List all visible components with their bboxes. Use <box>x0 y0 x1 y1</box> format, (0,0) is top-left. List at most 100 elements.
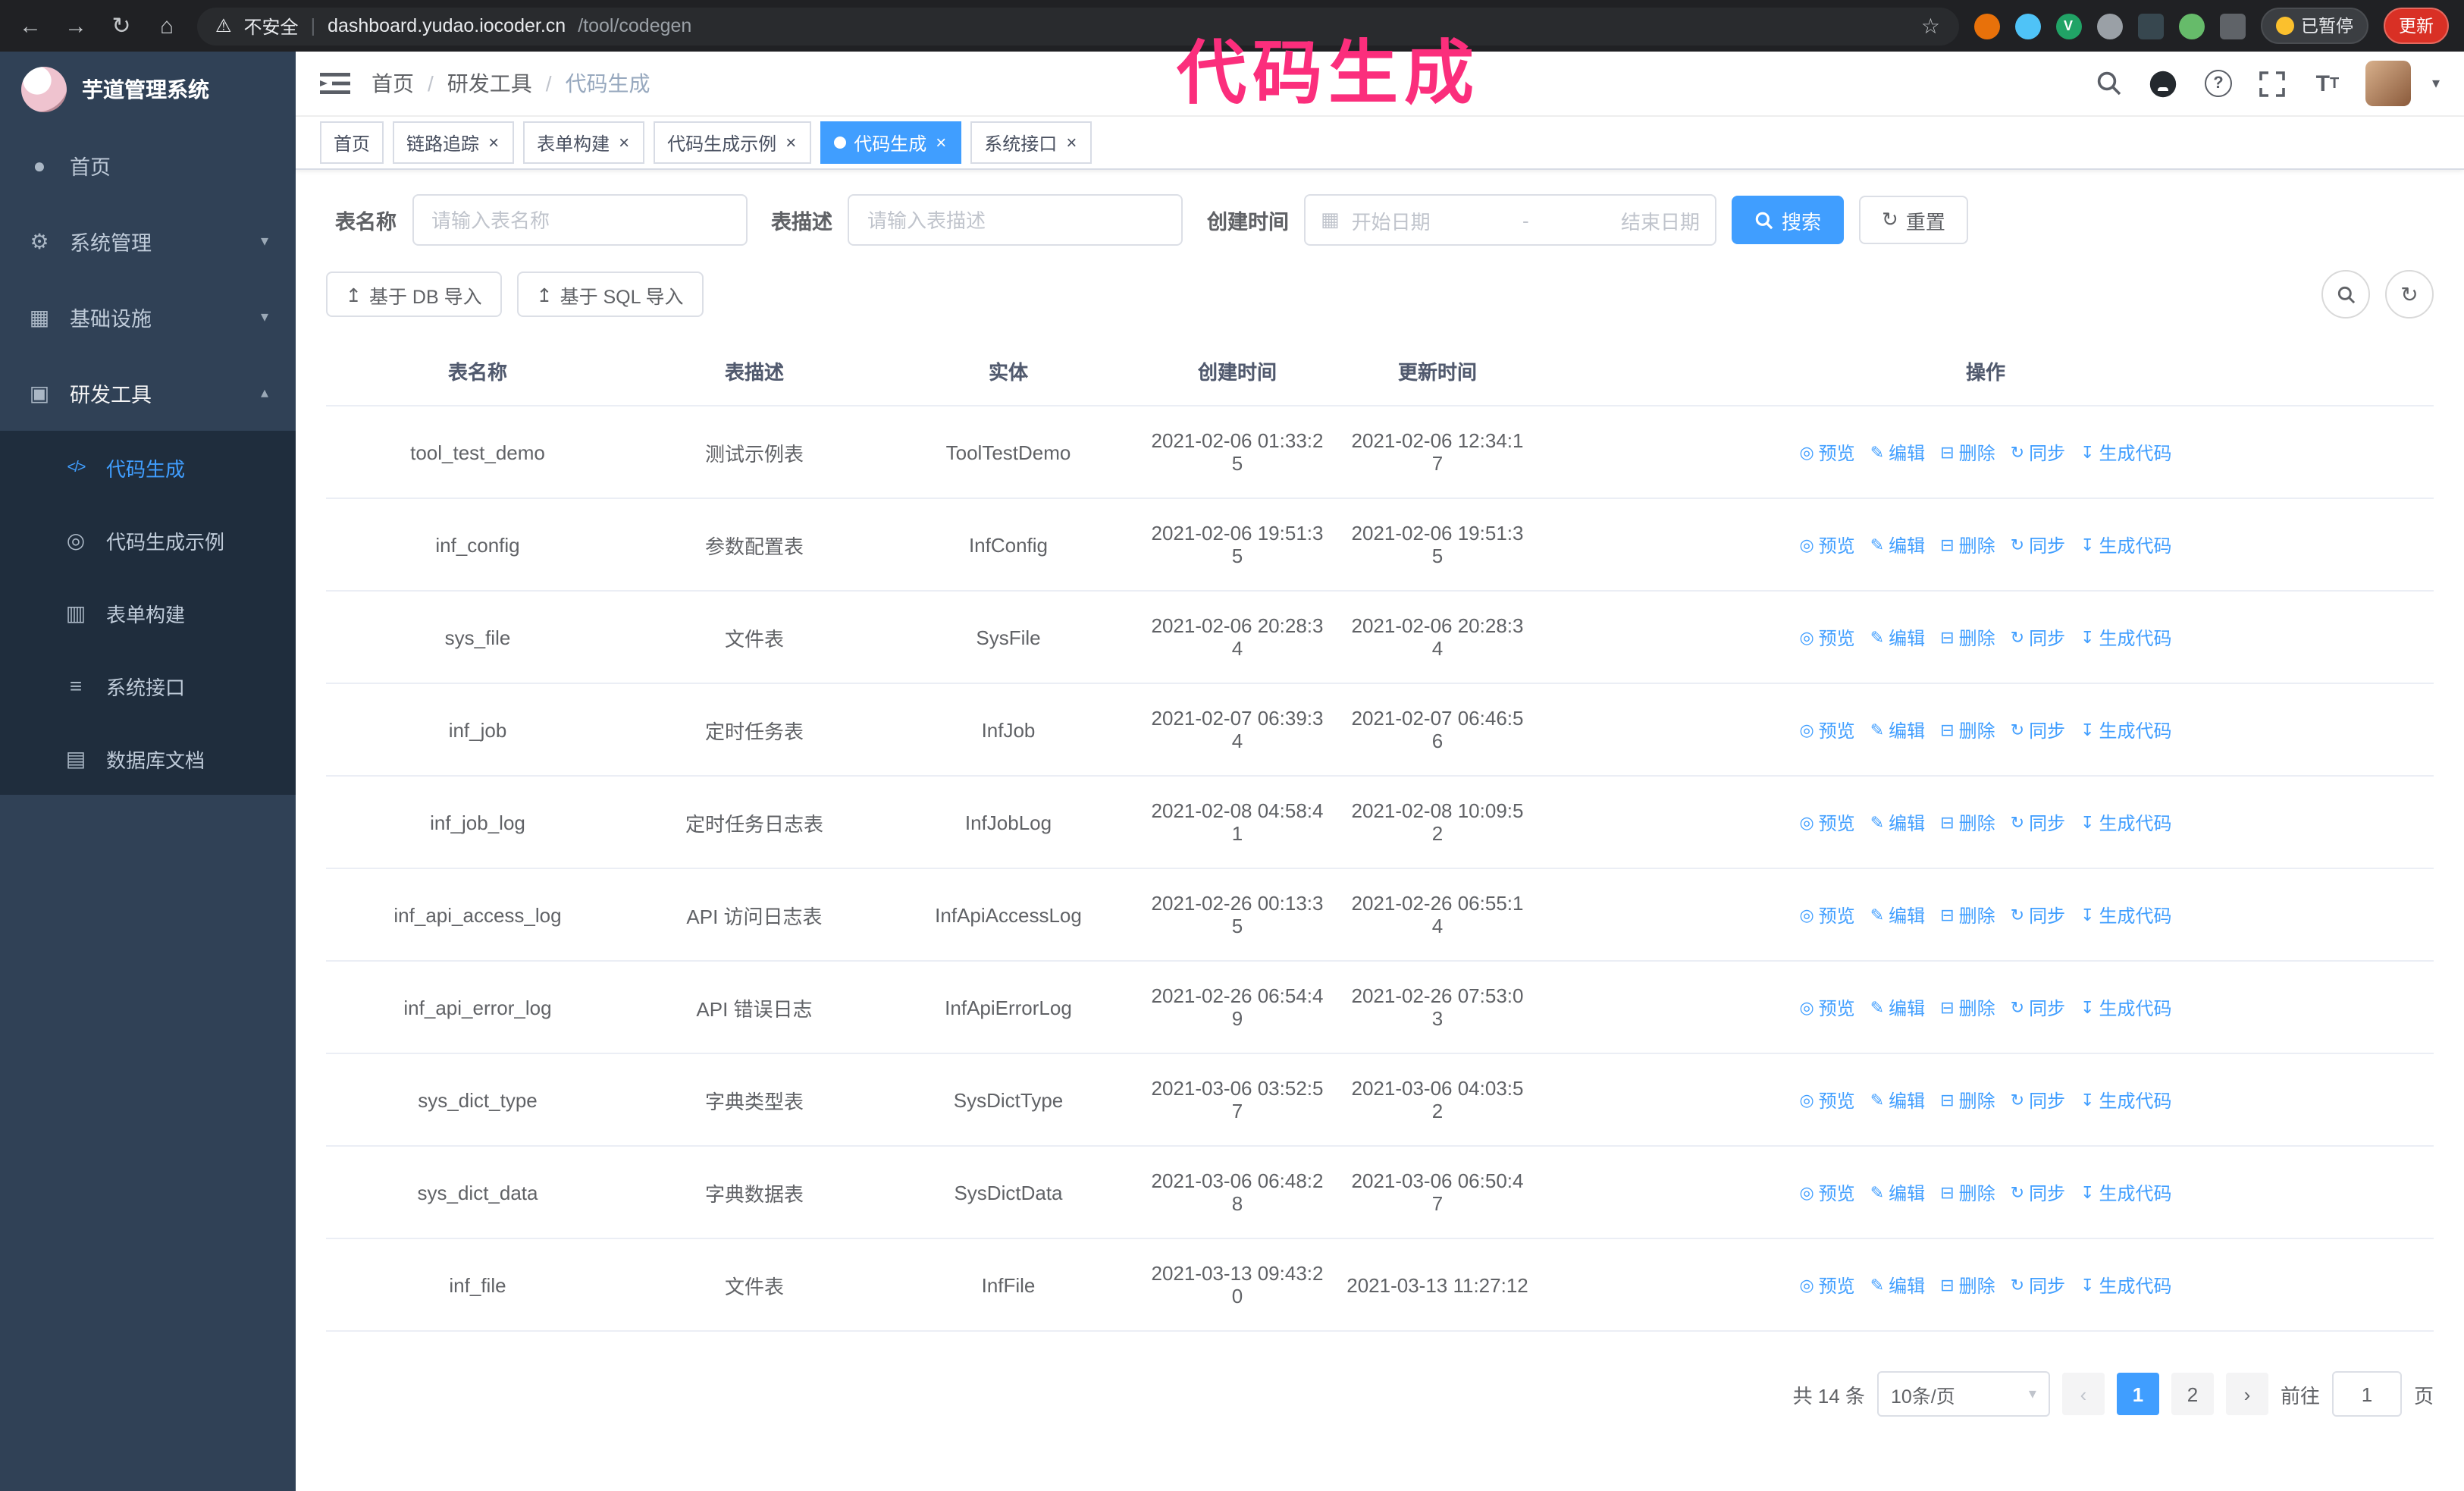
page-button-1[interactable]: 1 <box>2116 1373 2159 1415</box>
edit-link[interactable]: ✎ 编辑 <box>1870 439 1925 465</box>
extension-icon-blue[interactable] <box>2014 13 2040 39</box>
close-icon[interactable]: × <box>784 133 798 152</box>
generate-code-link[interactable]: ↧ 生成代码 <box>2080 532 2171 557</box>
toggle-search-button[interactable] <box>2321 270 2370 319</box>
preview-link[interactable]: ◎ 预览 <box>1799 624 1854 650</box>
preview-link[interactable]: ◎ 预览 <box>1799 902 1854 928</box>
sync-link[interactable]: ↻ 同步 <box>2011 439 2065 465</box>
tab-codegen-example[interactable]: 代码生成示例 × <box>654 121 812 164</box>
delete-link[interactable]: ⊟ 删除 <box>1940 902 1995 928</box>
bookmark-star-icon[interactable]: ☆ <box>1921 13 1940 39</box>
edit-link[interactable]: ✎ 编辑 <box>1870 809 1925 835</box>
close-icon[interactable]: × <box>934 133 948 152</box>
delete-link[interactable]: ⊟ 删除 <box>1940 532 1995 557</box>
preview-link[interactable]: ◎ 预览 <box>1799 994 1854 1020</box>
close-icon[interactable]: × <box>487 133 500 152</box>
date-range-picker[interactable]: ▦ 开始日期 - 结束日期 <box>1304 194 1716 246</box>
forward-icon[interactable]: → <box>61 13 91 39</box>
sidebar-item-code-generation[interactable]: </> 代码生成 <box>0 431 296 504</box>
extension-icon-people[interactable] <box>2096 13 2122 39</box>
sidebar-item-system-management[interactable]: ⚙ 系统管理 ▾ <box>0 203 296 279</box>
sidebar-item-codegen-example[interactable]: ◎ 代码生成示例 <box>0 504 296 576</box>
close-icon[interactable]: × <box>1064 133 1078 152</box>
tab-system-api[interactable]: 系统接口 × <box>970 121 1092 164</box>
back-icon[interactable]: ← <box>15 13 45 39</box>
reload-icon[interactable]: ↻ <box>106 12 136 39</box>
tab-form-builder[interactable]: 表单构建 × <box>523 121 645 164</box>
extension-icon-orange[interactable] <box>1973 13 1999 39</box>
font-size-icon[interactable]: TT <box>2311 67 2344 100</box>
edit-link[interactable]: ✎ 编辑 <box>1870 717 1925 742</box>
edit-link[interactable]: ✎ 编辑 <box>1870 994 1925 1020</box>
search-icon[interactable] <box>2093 67 2126 100</box>
generate-code-link[interactable]: ↧ 生成代码 <box>2080 439 2171 465</box>
delete-link[interactable]: ⊟ 删除 <box>1940 1087 1995 1113</box>
avatar-caret-icon[interactable]: ▾ <box>2432 75 2440 92</box>
table-desc-input[interactable] <box>848 194 1183 246</box>
user-avatar[interactable] <box>2365 61 2411 106</box>
extension-icon-dark[interactable] <box>2137 13 2163 39</box>
edit-link[interactable]: ✎ 编辑 <box>1870 624 1925 650</box>
sync-link[interactable]: ↻ 同步 <box>2011 809 2065 835</box>
edit-link[interactable]: ✎ 编辑 <box>1870 902 1925 928</box>
delete-link[interactable]: ⊟ 删除 <box>1940 717 1995 742</box>
delete-link[interactable]: ⊟ 删除 <box>1940 809 1995 835</box>
home-icon[interactable]: ⌂ <box>152 13 182 39</box>
preview-link[interactable]: ◎ 预览 <box>1799 532 1854 557</box>
sync-link[interactable]: ↻ 同步 <box>2011 717 2065 742</box>
address-bar[interactable]: ⚠ 不安全 | dashboard.yudao.iocoder.cn /tool… <box>197 7 1958 45</box>
reset-button[interactable]: ↻ 重置 <box>1859 196 1968 244</box>
preview-link[interactable]: ◎ 预览 <box>1799 717 1854 742</box>
sidebar-item-form-builder[interactable]: ▥ 表单构建 <box>0 576 296 649</box>
preview-link[interactable]: ◎ 预览 <box>1799 439 1854 465</box>
edit-link[interactable]: ✎ 编辑 <box>1870 532 1925 557</box>
page-size-select[interactable]: 10条/页 ▾ <box>1876 1371 2050 1417</box>
delete-link[interactable]: ⊟ 删除 <box>1940 994 1995 1020</box>
generate-code-link[interactable]: ↧ 生成代码 <box>2080 809 2171 835</box>
generate-code-link[interactable]: ↧ 生成代码 <box>2080 1087 2171 1113</box>
sync-link[interactable]: ↻ 同步 <box>2011 1272 2065 1298</box>
generate-code-link[interactable]: ↧ 生成代码 <box>2080 994 2171 1020</box>
sync-link[interactable]: ↻ 同步 <box>2011 902 2065 928</box>
close-icon[interactable]: × <box>617 133 631 152</box>
hamburger-icon[interactable] <box>320 71 350 96</box>
sync-link[interactable]: ↻ 同步 <box>2011 1087 2065 1113</box>
extensions-puzzle-icon[interactable] <box>2219 13 2245 39</box>
sidebar-item-dev-tools[interactable]: ▣ 研发工具 ▴ <box>0 355 296 431</box>
extension-icon-leaf[interactable] <box>2178 13 2204 39</box>
sync-link[interactable]: ↻ 同步 <box>2011 1179 2065 1205</box>
prev-page-button[interactable]: ‹ <box>2061 1373 2105 1415</box>
extension-icon-green-v[interactable]: V <box>2055 13 2081 39</box>
search-button[interactable]: 搜索 <box>1732 196 1845 244</box>
table-name-input[interactable] <box>412 194 747 246</box>
delete-link[interactable]: ⊟ 删除 <box>1940 624 1995 650</box>
preview-link[interactable]: ◎ 预览 <box>1799 1179 1854 1205</box>
delete-link[interactable]: ⊟ 删除 <box>1940 1179 1995 1205</box>
github-icon[interactable] <box>2147 67 2180 100</box>
sync-link[interactable]: ↻ 同步 <box>2011 994 2065 1020</box>
breadcrumb-dev-tools[interactable]: 研发工具 <box>447 68 532 99</box>
edit-link[interactable]: ✎ 编辑 <box>1870 1087 1925 1113</box>
paused-badge[interactable]: 已暂停 <box>2260 8 2368 44</box>
preview-link[interactable]: ◎ 预览 <box>1799 809 1854 835</box>
tab-trace[interactable]: 链路追踪 × <box>393 121 515 164</box>
breadcrumb-home[interactable]: 首页 <box>371 68 414 99</box>
generate-code-link[interactable]: ↧ 生成代码 <box>2080 717 2171 742</box>
refresh-button[interactable]: ↻ <box>2385 270 2434 319</box>
sidebar-item-system-api[interactable]: ≡ 系统接口 <box>0 649 296 722</box>
import-sql-button[interactable]: ↥ 基于 SQL 导入 <box>516 272 704 317</box>
import-db-button[interactable]: ↥ 基于 DB 导入 <box>326 272 502 317</box>
sync-link[interactable]: ↻ 同步 <box>2011 532 2065 557</box>
tab-code-generation[interactable]: 代码生成 × <box>820 121 962 164</box>
preview-link[interactable]: ◎ 预览 <box>1799 1272 1854 1298</box>
sidebar-item-infrastructure[interactable]: ▦ 基础设施 ▾ <box>0 279 296 355</box>
goto-page-input[interactable] <box>2331 1371 2402 1417</box>
sidebar-item-database-doc[interactable]: ▤ 数据库文档 <box>0 722 296 795</box>
edit-link[interactable]: ✎ 编辑 <box>1870 1272 1925 1298</box>
sidebar-item-home[interactable]: ● 首页 <box>0 127 296 203</box>
help-icon[interactable]: ? <box>2202 67 2235 100</box>
page-button-2[interactable]: 2 <box>2171 1373 2214 1415</box>
sidebar-logo[interactable]: 芋道管理系统 <box>0 52 296 127</box>
chrome-update-button[interactable]: 更新 <box>2384 8 2449 44</box>
next-page-button[interactable]: › <box>2225 1373 2268 1415</box>
